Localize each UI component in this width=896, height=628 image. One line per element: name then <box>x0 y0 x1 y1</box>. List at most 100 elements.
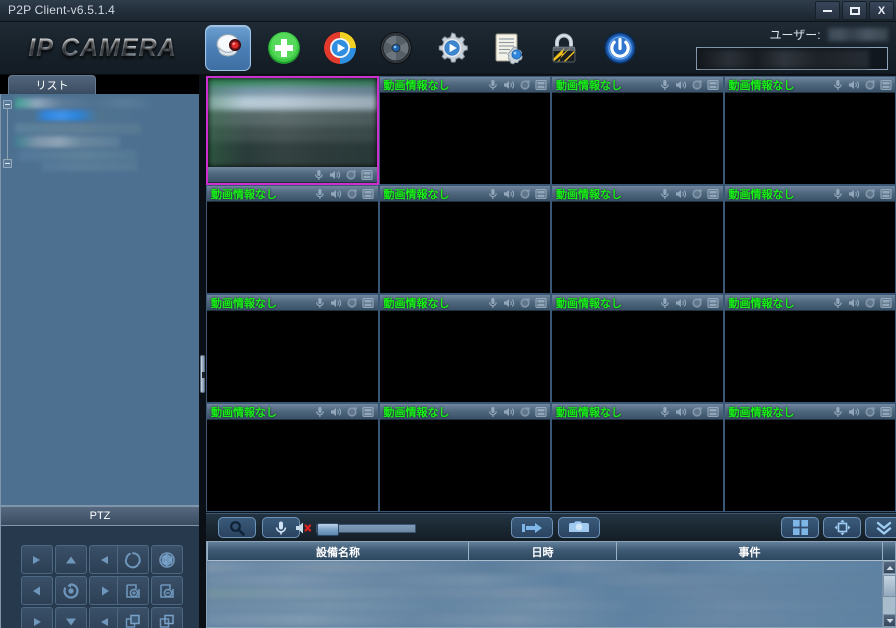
record-camera-icon[interactable] <box>518 405 531 418</box>
video-cell-body[interactable] <box>724 311 895 402</box>
record-camera-icon[interactable] <box>346 296 359 309</box>
table-row[interactable] <box>207 587 882 600</box>
sidebar-splitter[interactable] <box>199 75 206 628</box>
split-layout-icon[interactable] <box>534 405 547 418</box>
search-button[interactable] <box>218 517 256 538</box>
video-cell-body[interactable] <box>379 93 550 184</box>
device-tree-panel[interactable] <box>0 94 200 506</box>
ptz-auto-scan-button[interactable] <box>55 576 87 605</box>
speaker-icon[interactable] <box>675 187 688 200</box>
video-cell-5[interactable]: 動画情報なし <box>378 185 551 294</box>
toolbar-logs-button[interactable] <box>485 25 531 71</box>
video-cell-14[interactable]: 動画情報なし <box>551 403 724 512</box>
split-layout-icon[interactable] <box>879 78 892 91</box>
iris-close-button[interactable] <box>151 545 183 574</box>
stream-button[interactable] <box>511 517 553 538</box>
video-cell-9[interactable]: 動画情報なし <box>378 294 551 403</box>
toolbar-add-device-button[interactable] <box>261 25 307 71</box>
video-cell-body[interactable] <box>552 93 723 184</box>
video-cell-13[interactable]: 動画情報なし <box>378 403 551 512</box>
video-cell-12[interactable]: 動画情報なし <box>206 403 379 512</box>
video-cell-body[interactable] <box>379 420 550 511</box>
layout-button[interactable] <box>781 517 819 538</box>
sidebar-tab-list[interactable]: リスト <box>8 75 96 94</box>
microphone-icon[interactable] <box>486 296 499 309</box>
split-layout-icon[interactable] <box>362 296 375 309</box>
volume-slider[interactable] <box>316 522 416 536</box>
record-camera-icon[interactable] <box>691 78 704 91</box>
record-camera-icon[interactable] <box>345 168 358 181</box>
speaker-icon[interactable] <box>502 187 515 200</box>
record-camera-icon[interactable] <box>691 187 704 200</box>
maximize-button[interactable] <box>842 1 867 20</box>
column-header-device-name[interactable]: 設備名称 <box>207 542 469 561</box>
user-detail-field[interactable] <box>696 47 888 70</box>
video-cell-1[interactable]: 動画情報なし <box>378 76 551 185</box>
toolbar-remote-playback-button[interactable] <box>373 25 419 71</box>
ptz-down-button[interactable] <box>55 607 87 628</box>
toolbar-lock-button[interactable] <box>541 25 587 71</box>
ptz-section-header[interactable]: PTZ <box>0 506 200 526</box>
record-camera-icon[interactable] <box>346 405 359 418</box>
video-cell-4[interactable]: 動画情報なし <box>206 185 379 294</box>
video-cell-7[interactable]: 動画情報なし <box>723 185 896 294</box>
microphone-icon[interactable] <box>659 78 672 91</box>
video-cell-body[interactable] <box>552 420 723 511</box>
volume-slider-thumb[interactable] <box>317 522 339 536</box>
record-camera-icon[interactable] <box>863 296 876 309</box>
video-cell-body[interactable] <box>724 420 895 511</box>
table-row[interactable] <box>207 561 882 574</box>
microphone-icon[interactable] <box>314 405 327 418</box>
zoom-out-button[interactable] <box>151 607 183 628</box>
event-table-body[interactable] <box>207 561 882 627</box>
split-layout-icon[interactable] <box>362 187 375 200</box>
tree-expander-group[interactable] <box>3 159 12 168</box>
split-layout-icon[interactable] <box>362 405 375 418</box>
split-layout-icon[interactable] <box>879 296 892 309</box>
video-cell-6[interactable]: 動画情報なし <box>551 185 724 294</box>
microphone-icon[interactable] <box>831 187 844 200</box>
microphone-icon[interactable] <box>314 187 327 200</box>
toolbar-playback-button[interactable] <box>317 25 363 71</box>
record-camera-icon[interactable] <box>863 405 876 418</box>
split-layout-icon[interactable] <box>534 296 547 309</box>
record-camera-icon[interactable] <box>863 187 876 200</box>
speaker-icon[interactable] <box>502 296 515 309</box>
video-cell-body[interactable] <box>552 311 723 402</box>
table-row[interactable] <box>207 613 882 626</box>
scroll-down-button[interactable] <box>883 614 896 627</box>
tree-expander-root[interactable] <box>3 100 12 109</box>
toolbar-power-button[interactable] <box>597 25 643 71</box>
speaker-icon[interactable] <box>329 168 342 181</box>
split-layout-icon[interactable] <box>879 187 892 200</box>
speaker-icon[interactable] <box>847 296 860 309</box>
event-table-scrollbar[interactable] <box>882 561 896 627</box>
minimize-button[interactable] <box>815 1 840 20</box>
video-cell-0[interactable] <box>206 76 379 185</box>
video-cell-body[interactable] <box>207 420 378 511</box>
speaker-icon[interactable] <box>847 187 860 200</box>
video-cell-body[interactable] <box>552 202 723 293</box>
microphone-icon[interactable] <box>831 405 844 418</box>
scroll-up-button[interactable] <box>883 561 896 574</box>
snapshot-button[interactable] <box>558 517 600 538</box>
video-cell-body[interactable] <box>724 202 895 293</box>
close-button[interactable]: X <box>869 1 894 20</box>
speaker-icon[interactable] <box>847 405 860 418</box>
microphone-icon[interactable] <box>486 405 499 418</box>
toolbar-settings-button[interactable] <box>429 25 475 71</box>
microphone-icon[interactable] <box>486 78 499 91</box>
speaker-icon[interactable] <box>675 405 688 418</box>
video-cell-body[interactable] <box>379 311 550 402</box>
record-camera-icon[interactable] <box>863 78 876 91</box>
video-cell-11[interactable]: 動画情報なし <box>723 294 896 403</box>
record-camera-icon[interactable] <box>518 78 531 91</box>
tree-item-redacted[interactable] <box>15 110 133 121</box>
speaker-icon[interactable] <box>502 78 515 91</box>
ptz-left-button[interactable] <box>21 576 53 605</box>
video-cell-2[interactable]: 動画情報なし <box>551 76 724 185</box>
video-cell-8[interactable]: 動画情報なし <box>206 294 379 403</box>
ptz-up-left-button[interactable] <box>21 545 53 574</box>
video-cell-body[interactable] <box>207 311 378 402</box>
split-layout-icon[interactable] <box>534 187 547 200</box>
